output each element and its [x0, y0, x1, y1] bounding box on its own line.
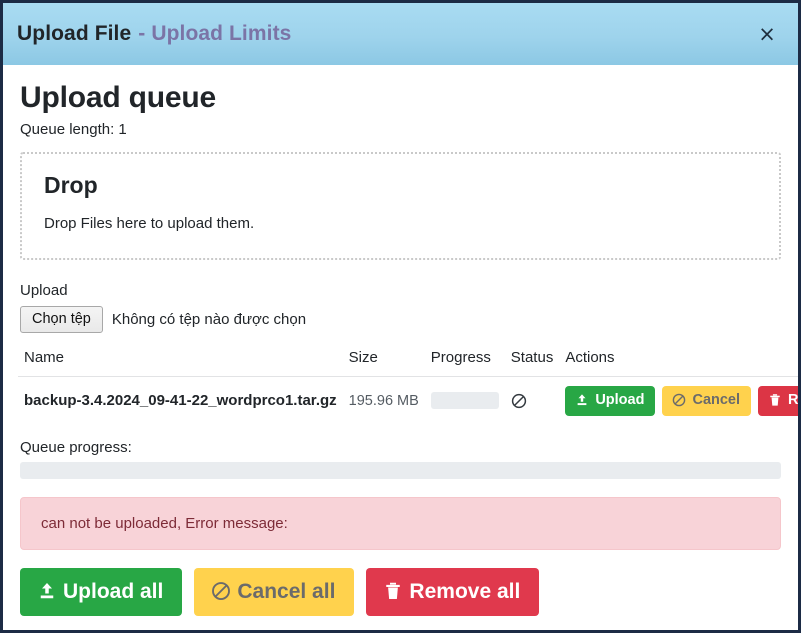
column-header-progress: Progress	[424, 349, 505, 377]
column-header-size: Size	[342, 349, 425, 377]
dropzone-text: Drop Files here to upload them.	[44, 215, 255, 232]
file-size: 195.96 MB	[348, 393, 419, 410]
dialog-title: Upload File	[17, 22, 132, 45]
queue-progress-bar	[20, 461, 781, 479]
file-status-cell	[505, 377, 560, 425]
error-alert-message: can not be uploaded, Error message:	[41, 514, 288, 532]
upload-button-label: Upload	[595, 392, 645, 408]
upload-all-button[interactable]: Upload all	[20, 567, 183, 616]
ban-icon	[212, 582, 231, 600]
cancel-button-label: Cancel	[692, 392, 741, 408]
cancel-button[interactable]: Cancel	[662, 386, 752, 416]
dropzone-title: Drop	[44, 172, 98, 198]
column-header-actions: Actions	[559, 349, 798, 377]
queue-length-label: Queue length: 1	[20, 121, 127, 138]
close-icon[interactable]: ×	[754, 21, 780, 47]
remove-button[interactable]: Remove	[758, 386, 798, 416]
file-actions-cell: Upload Cancel R	[559, 377, 798, 425]
trash-icon	[386, 582, 401, 599]
file-size-cell: 195.96 MB	[343, 377, 425, 425]
upload-button[interactable]: Upload	[565, 386, 656, 416]
choose-file-button[interactable]: Chọn tệp	[20, 306, 103, 333]
upload-icon	[577, 394, 587, 406]
upload-file-dialog: Upload File - Upload Limits × Upload que…	[0, 0, 801, 633]
ban-icon	[673, 393, 686, 407]
file-dropzone[interactable]: Drop Drop Files here to upload them.	[20, 152, 781, 260]
file-name-cell: backup-3.4.2024_09-41-22_wordprco1.tar.g…	[18, 377, 343, 425]
dialog-title-separator: -	[138, 22, 146, 45]
column-header-name: Name	[18, 349, 343, 377]
dialog-subtitle: - Upload Limits	[138, 22, 291, 46]
cancel-all-button-label: Cancel all	[237, 579, 336, 603]
table-header-row: Name Size Progress Status Actions	[18, 349, 798, 377]
dialog-titlebar: Upload File - Upload Limits ×	[3, 3, 798, 65]
row-action-buttons: Upload Cancel R	[565, 386, 798, 416]
remove-button-label: Remove	[788, 392, 798, 408]
remove-all-button[interactable]: Remove all	[366, 567, 540, 616]
dialog-content: Upload queue Queue length: 1 Drop Drop F…	[3, 65, 798, 630]
cancel-all-button[interactable]: Cancel all	[194, 567, 355, 616]
ban-icon	[511, 393, 526, 408]
file-progress-bar	[430, 392, 499, 410]
file-name: backup-3.4.2024_09-41-22_wordprco1.tar.g…	[24, 392, 337, 410]
upload-all-button-label: Upload all	[63, 579, 164, 603]
footer-action-buttons: Upload all Cancel all Remove all	[20, 567, 781, 616]
queue-progress-label: Queue progress:	[20, 438, 132, 456]
upload-icon	[40, 583, 54, 599]
column-header-status: Status	[504, 349, 560, 377]
file-input-row: Chọn tệp Không có tệp nào được chọn	[20, 306, 783, 333]
no-file-selected-label: Không có tệp nào được chọn	[111, 311, 307, 328]
upload-queue-table: Name Size Progress Status Actions backup…	[18, 349, 798, 425]
page-title: Upload queue	[20, 81, 216, 114]
dialog-subtitle-text: Upload Limits	[151, 22, 292, 45]
upload-label: Upload	[20, 282, 68, 299]
file-progress-cell	[425, 377, 505, 425]
error-alert: can not be uploaded, Error message:	[20, 496, 781, 550]
trash-icon	[770, 394, 780, 406]
remove-all-button-label: Remove all	[409, 579, 521, 603]
table-row: backup-3.4.2024_09-41-22_wordprco1.tar.g…	[18, 377, 798, 425]
